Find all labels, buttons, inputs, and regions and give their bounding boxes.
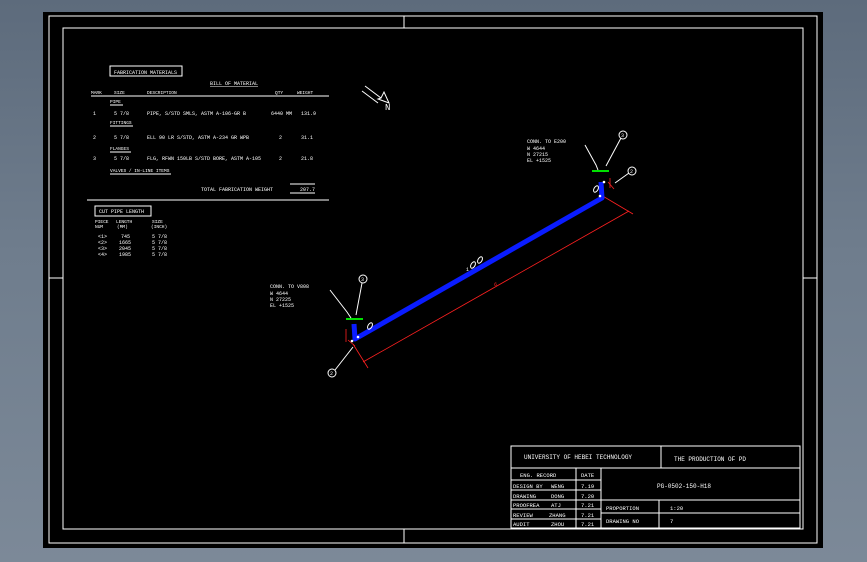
record-4-name: ZHANG <box>549 512 566 519</box>
north-label: N <box>385 103 390 113</box>
record-5-name: ZHOU <box>551 521 564 528</box>
pipe-isometric: 6 1 CONN. TO E200 W 4644 N 27215 EL +152… <box>270 130 637 378</box>
bom-section-valves: VALVES / IN-LINE ITEMS <box>110 168 170 174</box>
dimension-extension-lower <box>352 343 369 369</box>
weld-point <box>356 335 360 339</box>
record-2-date: 7.20 <box>581 493 594 500</box>
weld-symbol-icon <box>477 256 483 264</box>
record-4-role: REVIEW <box>513 512 534 519</box>
north-arrow-shaft <box>361 90 379 104</box>
cut-pipe-length-table: CUT PIPE LENGTH PIECE NUM LENGTH (MM) SI… <box>94 205 167 258</box>
bom-row-1-mark: 1 <box>93 111 96 117</box>
cut-list-header-piece-sub: NUM <box>95 224 103 230</box>
record-1-date: 7.19 <box>581 483 594 490</box>
bom-row-1-qty: 6440 MM <box>271 111 292 117</box>
cut-row-4-piece: <4> <box>98 252 107 258</box>
bom-row-1-size: 5 7/8 <box>114 111 129 117</box>
balloon-2-lower-leader <box>334 346 354 371</box>
record-header: ENG. RECORD <box>520 472 557 479</box>
bom-section-flanges: FLANGES <box>110 146 129 152</box>
record-3-date: 7.21 <box>581 502 595 509</box>
record-3-name: ATJ <box>551 502 561 509</box>
cut-list-header-length-sub: (MM) <box>117 224 128 230</box>
record-5-role: AUDIT <box>513 521 530 528</box>
bill-of-material: FABRICATION MATERIALS BILL OF MATERIAL M… <box>87 65 329 201</box>
fitting-mark-upper <box>607 181 615 190</box>
bom-row-3-description: FLG, RFWN 150LB S/STD BORE, ASTM A-105 <box>147 156 261 162</box>
bom-row-2-qty: 2 <box>279 135 282 141</box>
conn-upper-leader <box>584 144 599 171</box>
record-3-role: PROOFREA <box>513 502 540 509</box>
cad-viewport[interactable]: FABRICATION MATERIALS BILL OF MATERIAL M… <box>43 12 823 548</box>
drawing-no-label: DRAWING NO <box>606 518 640 525</box>
cut-list-title: CUT PIPE LENGTH <box>99 209 144 215</box>
balloon-2-upper-leader <box>614 172 630 184</box>
conn-lower-leader <box>329 289 352 319</box>
bom-header-weight: WEIGHT <box>297 90 314 96</box>
bom-row-2-description: ELL 90 LR S/STD, ASTM A-234 GR WPB <box>147 135 249 141</box>
proportion-label: PROPORTION <box>606 505 639 512</box>
record-2-role: DRAWING <box>513 493 536 500</box>
bom-header-description: DESCRIPTION <box>147 90 177 96</box>
balloon-3-upper-label: 3 <box>621 133 624 139</box>
bom-title: BILL OF MATERIAL <box>210 81 258 87</box>
project-name: THE PRODUCTION OF PD <box>674 456 746 463</box>
piping-isometric-drawing[interactable]: FABRICATION MATERIALS BILL OF MATERIAL M… <box>43 12 823 548</box>
north-arrow-icon <box>364 85 390 104</box>
record-4-date: 7.21 <box>581 512 595 519</box>
weld-point <box>598 194 602 198</box>
bom-total-value: 207.7 <box>300 187 315 193</box>
record-2-name: DONG <box>551 493 564 500</box>
bom-row-1-weight: 131.9 <box>301 111 316 117</box>
bom-total-label: TOTAL FABRICATION WEIGHT <box>201 187 273 193</box>
date-header: DATE <box>581 472 595 479</box>
pipe-piece-label: 1 <box>466 267 469 273</box>
bom-header-qty: QTY <box>275 90 283 96</box>
drawing-number: PG-0502-150-H18 <box>657 483 711 490</box>
weld-point <box>602 180 606 184</box>
cut-list-header-size-sub: (INCH) <box>151 224 167 230</box>
bom-row-2-weight: 31.1 <box>301 135 313 141</box>
drawing-no-value: 7 <box>670 518 673 525</box>
cut-row-4-size: 5 7/8 <box>152 252 167 258</box>
pipe-riser-lower <box>351 323 358 340</box>
bom-row-3-size: 5 7/8 <box>114 156 129 162</box>
conn-lower-line1: CONN. TO V808 <box>270 284 309 290</box>
bom-section-pipe: PIPE <box>110 99 121 105</box>
bom-row-2-mark: 2 <box>93 135 96 141</box>
record-5-date: 7.21 <box>581 521 595 528</box>
bom-header-mark: MARK <box>91 90 102 96</box>
conn-lower-line4: EL +1525 <box>270 303 294 309</box>
weld-point <box>350 339 354 343</box>
university-name: UNIVERSITY OF HEBEI TECHNOLOGY <box>524 454 632 461</box>
proportion-value: 1:20 <box>670 505 683 512</box>
north-arrow: N <box>361 85 390 113</box>
record-1-role: DESIGN BY <box>513 483 543 490</box>
bom-row-3-weight: 21.8 <box>301 156 313 162</box>
bom-row-3-mark: 3 <box>93 156 96 162</box>
bom-row-3-qty: 2 <box>279 156 282 162</box>
dimension-extension-upper <box>600 194 634 215</box>
balloon-3-lower-label: 3 <box>361 277 364 283</box>
bom-row-1-description: PIPE, S/STD SMLS, ASTM A-106-GR B <box>147 111 246 117</box>
bom-row-2-size: 5 7/8 <box>114 135 129 141</box>
balloon-2-lower-label: 2 <box>330 371 333 377</box>
bom-header-size: SIZE <box>114 90 125 96</box>
balloon-2-upper-label: 2 <box>630 169 633 175</box>
conn-upper-line4: EL +1525 <box>527 158 551 164</box>
balloon-3-lower-leader <box>355 282 363 316</box>
pipe-run <box>352 195 605 342</box>
conn-upper-line1: CONN. TO E200 <box>527 139 566 145</box>
weld-symbol-icon <box>593 185 599 193</box>
inner-border <box>62 27 804 530</box>
dimension-label: 6 <box>494 282 497 288</box>
balloon-3-upper-leader <box>605 137 622 167</box>
title-block: UNIVERSITY OF HEBEI TECHNOLOGY THE PRODU… <box>510 445 801 529</box>
fabrication-tab-label: FABRICATION MATERIALS <box>114 70 177 76</box>
cut-row-4-length: 1985 <box>119 252 131 258</box>
record-1-name: WENG <box>551 483 564 490</box>
bom-section-fittings: FITTINGS <box>110 120 132 126</box>
